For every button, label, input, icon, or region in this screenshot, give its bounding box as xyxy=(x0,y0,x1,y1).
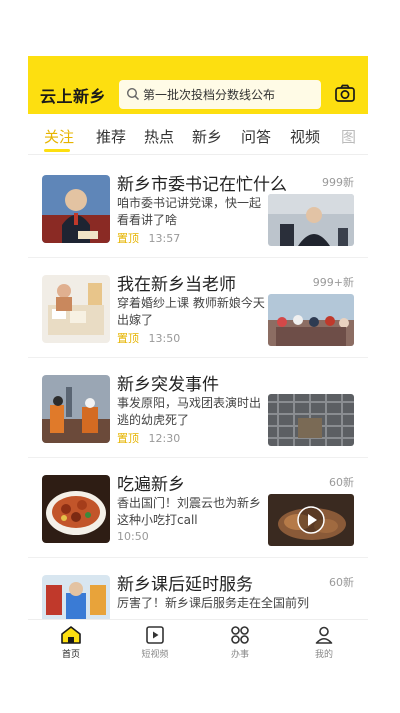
tab-hot[interactable]: 热点 xyxy=(144,126,174,147)
card-thumbnail xyxy=(42,175,110,243)
card-meta: 10:50 xyxy=(117,530,149,543)
card-meta: 置顶 13:50 xyxy=(117,330,180,346)
search-placeholder: 第一批次投档分数线公布 xyxy=(143,88,276,102)
play-icon[interactable] xyxy=(297,506,325,534)
nav-profile[interactable]: 我的 xyxy=(299,625,349,660)
feed-card[interactable]: 新乡市委书记在忙什么 999新 咱市委书记讲党课，快一起看看讲了啥 置顶 13:… xyxy=(28,157,368,258)
card-time: 13:50 xyxy=(148,332,181,345)
card-meta: 置顶 13:57 xyxy=(117,230,180,246)
tab-qa[interactable]: 问答 xyxy=(241,126,271,147)
nav-label-services: 办事 xyxy=(230,650,249,660)
pinned-badge: 置顶 xyxy=(117,332,139,345)
category-tabs: 关注 推荐 热点 新乡 问答 视频 图 xyxy=(28,114,368,155)
card-thumbnail xyxy=(42,375,110,443)
pinned-badge: 置顶 xyxy=(117,432,139,445)
card-time: 13:57 xyxy=(148,232,181,245)
tab-xinxiang[interactable]: 新乡 xyxy=(192,126,222,147)
card-thumbnail xyxy=(42,275,110,343)
card-count: 999新 xyxy=(322,176,354,189)
nav-label-profile: 我的 xyxy=(314,650,333,660)
card-title: 新乡课后延时服务 xyxy=(117,575,253,595)
card-count: 60新 xyxy=(329,476,354,489)
grid-icon xyxy=(231,626,249,644)
card-description: 咱市委书记讲党课，快一起看看讲了啥 xyxy=(117,196,262,227)
feed-card[interactable]: 我在新乡当老师 999+新 穿着婚纱上课 教师新娘今天出嫁了 置顶 13:50 xyxy=(28,257,368,358)
nav-services[interactable]: 办事 xyxy=(215,625,265,660)
nav-home[interactable]: 首页 xyxy=(46,625,96,660)
user-icon xyxy=(315,626,333,644)
home-icon xyxy=(61,626,81,644)
video-icon xyxy=(146,626,164,644)
search-bar[interactable]: 第一批次投档分数线公布 xyxy=(119,80,321,109)
card-title: 新乡市委书记在忙什么 xyxy=(117,175,287,195)
search-icon xyxy=(126,87,140,101)
nav-short-video[interactable]: 短视频 xyxy=(130,625,180,660)
app-header: 云上新乡 第一批次投档分数线公布 xyxy=(28,56,368,114)
card-title: 新乡突发事件 xyxy=(117,375,219,395)
app-screen: 云上新乡 第一批次投档分数线公布 关注 推荐 热点 新乡 问答 视频 图 新乡市… xyxy=(28,56,368,664)
card-title: 我在新乡当老师 xyxy=(117,275,236,295)
card-count: 999+新 xyxy=(312,276,354,289)
app-logo: 云上新乡 xyxy=(40,87,107,106)
card-description: 事发原阳，马戏团表演时出逃的幼虎死了 xyxy=(117,396,262,427)
card-time: 12:30 xyxy=(148,432,181,445)
camera-icon[interactable] xyxy=(334,83,356,105)
tab-recommend[interactable]: 推荐 xyxy=(96,126,126,147)
card-thumbnail xyxy=(42,475,110,543)
card-time: 10:50 xyxy=(117,530,149,543)
feed-card[interactable]: 吃遍新乡 60新 香出国门！刘震云也为新乡这种小吃打call 10:50 xyxy=(28,457,368,558)
nav-label-home: 首页 xyxy=(61,650,80,660)
card-preview-image xyxy=(268,294,354,346)
card-preview-image xyxy=(268,194,354,246)
feed-card[interactable]: 新乡突发事件 事发原阳，马戏团表演时出逃的幼虎死了 置顶 12:30 xyxy=(28,357,368,458)
card-video-preview[interactable] xyxy=(268,494,354,546)
card-description: 香出国门！刘震云也为新乡这种小吃打call xyxy=(117,496,262,527)
tab-follow[interactable]: 关注 xyxy=(44,126,74,147)
bottom-navigation: 首页 短视频 办事 我的 xyxy=(28,619,368,664)
pinned-badge: 置顶 xyxy=(117,232,139,245)
card-count: 60新 xyxy=(329,576,354,589)
nav-label-short-video: 短视频 xyxy=(141,650,169,660)
tab-video[interactable]: 视频 xyxy=(290,126,320,147)
tab-pictures[interactable]: 图 xyxy=(341,126,356,147)
card-preview-image xyxy=(268,394,354,446)
card-meta: 置顶 12:30 xyxy=(117,430,180,446)
card-description: 厉害了！新乡课后服务走在全国前列 xyxy=(117,596,310,610)
active-tab-indicator xyxy=(44,149,70,152)
card-description: 穿着婚纱上课 教师新娘今天出嫁了 xyxy=(117,296,265,327)
card-title: 吃遍新乡 xyxy=(117,475,185,495)
